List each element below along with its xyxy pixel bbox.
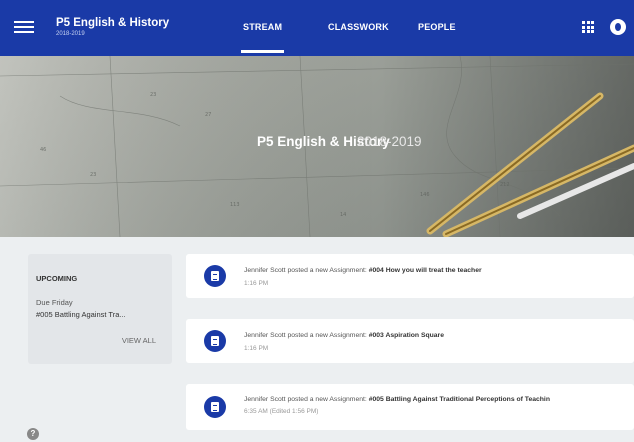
svg-text:212: 212 xyxy=(500,182,510,188)
top-app-bar: P5 English & History 2018-2019 STREAM CL… xyxy=(0,0,634,56)
post-text: Jennifer Scott posted a new Assignment: … xyxy=(244,267,482,274)
tab-classwork[interactable]: CLASSWORK xyxy=(328,22,389,32)
svg-text:23: 23 xyxy=(90,172,96,178)
upcoming-due-label: Due Friday xyxy=(36,298,73,307)
post-time: 1:16 PM xyxy=(244,280,269,287)
assignment-icon xyxy=(204,265,226,287)
svg-text:113: 113 xyxy=(230,202,240,208)
apps-grid-icon[interactable] xyxy=(582,21,594,33)
assignment-icon xyxy=(204,396,226,418)
view-all-link[interactable]: VIEW ALL xyxy=(122,336,156,345)
post-assignment-title: #005 Battling Against Traditional Percep… xyxy=(368,396,550,403)
menu-icon[interactable] xyxy=(14,18,34,38)
upcoming-heading: UPCOMING xyxy=(36,274,78,283)
post-time: 6:35 AM (Edited 1:56 PM) xyxy=(244,408,319,415)
upcoming-card: UPCOMING Due Friday #005 Battling Agains… xyxy=(28,254,172,364)
class-subtitle: 2018-2019 xyxy=(56,31,85,37)
svg-text:14: 14 xyxy=(340,212,346,218)
post-text: Jennifer Scott posted a new Assignment: … xyxy=(244,332,444,339)
stream-post[interactable]: Jennifer Scott posted a new Assignment: … xyxy=(186,254,634,298)
stream-post[interactable]: Jennifer Scott posted a new Assignment: … xyxy=(186,384,634,430)
post-author-text: Jennifer Scott posted a new Assignment: xyxy=(244,267,367,274)
upcoming-item-link[interactable]: #005 Battling Against Tra... xyxy=(36,310,126,319)
tab-stream[interactable]: STREAM xyxy=(240,22,285,53)
class-title[interactable]: P5 English & History xyxy=(56,17,169,29)
class-banner: 462327 1131423 154212146 P5 English & Hi… xyxy=(0,56,634,237)
post-assignment-title: #003 Aspiration Square xyxy=(368,332,444,339)
post-author-text: Jennifer Scott posted a new Assignment: xyxy=(244,332,367,339)
post-author-text: Jennifer Scott posted a new Assignment: xyxy=(244,396,367,403)
svg-text:146: 146 xyxy=(420,192,430,198)
svg-text:46: 46 xyxy=(40,147,46,153)
banner-year: 2018-2019 xyxy=(357,134,422,149)
assignment-icon xyxy=(204,330,226,352)
tab-people[interactable]: PEOPLE xyxy=(418,22,456,32)
help-icon[interactable]: ? xyxy=(27,428,39,440)
svg-text:27: 27 xyxy=(205,112,211,118)
post-assignment-title: #004 How you will treat the teacher xyxy=(368,267,482,274)
account-icon[interactable] xyxy=(610,19,626,35)
post-time: 1:16 PM xyxy=(244,345,269,352)
stream-post[interactable]: Jennifer Scott posted a new Assignment: … xyxy=(186,319,634,363)
post-text: Jennifer Scott posted a new Assignment: … xyxy=(244,396,550,403)
svg-text:23: 23 xyxy=(150,92,156,98)
